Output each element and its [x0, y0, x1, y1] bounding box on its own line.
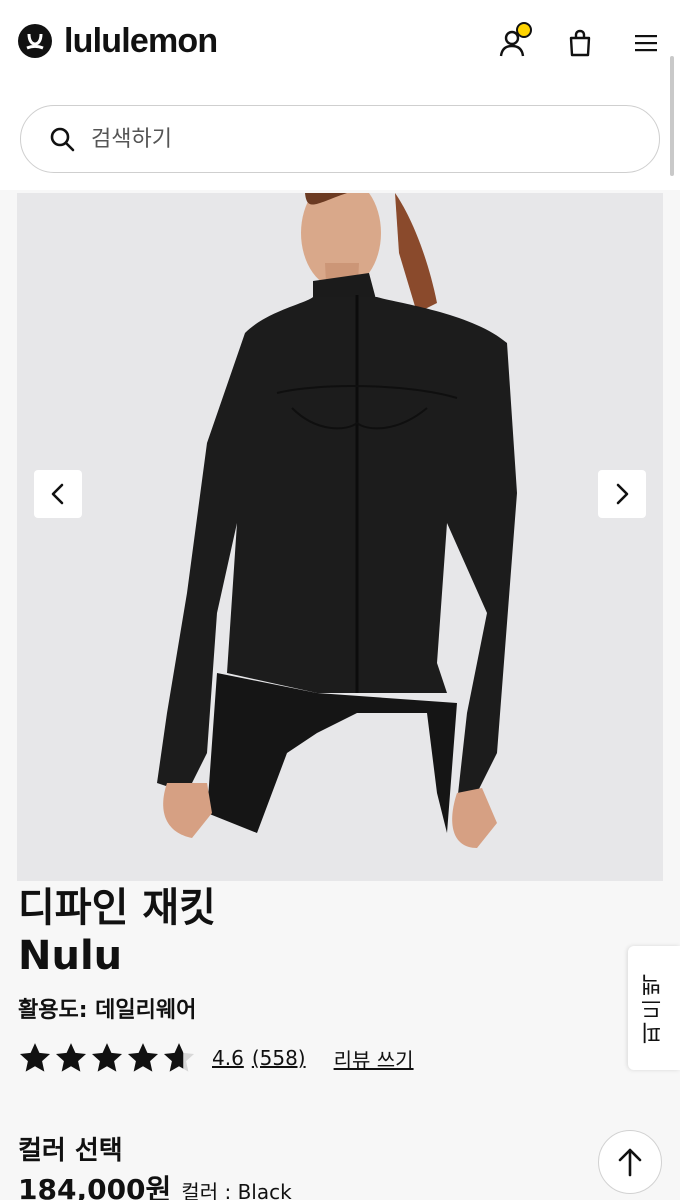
product-name-line2: Nulu — [18, 933, 123, 979]
gallery-prev-button[interactable] — [34, 470, 82, 518]
product-image-gallery[interactable] — [17, 193, 663, 881]
product-name-line1: 디파인 재킷 — [18, 885, 216, 931]
chevron-right-icon — [616, 483, 629, 505]
write-review-link[interactable]: 리뷰 쓰기 — [334, 1044, 414, 1073]
feedback-label: 피드백 — [641, 972, 666, 1044]
review-count-link[interactable]: (558) — [252, 1046, 306, 1070]
scrollbar[interactable] — [670, 56, 674, 176]
brand-logo[interactable]: lululemon — [18, 22, 218, 60]
product-title: 디파인 재킷 Nulu — [18, 884, 216, 980]
bag-icon — [569, 29, 591, 57]
feedback-tab[interactable]: 피드백 — [628, 946, 680, 1070]
star-full-icon — [91, 1043, 123, 1072]
search-icon — [50, 127, 75, 152]
site-header: lululemon — [0, 0, 680, 190]
search-input[interactable] — [91, 126, 631, 152]
selected-color: 컬러 : Black — [181, 1176, 291, 1200]
star-rating — [18, 1041, 198, 1075]
product-usage: 활용도: 데일리웨어 — [18, 998, 197, 1023]
star-full-icon — [55, 1043, 87, 1072]
star-partial-icon — [163, 1043, 195, 1072]
product-price: 184,000원 — [18, 1173, 172, 1200]
price-row: 184,000원 컬러 : Black — [18, 1168, 292, 1200]
color-value: Black — [237, 1180, 292, 1200]
chevron-left-icon — [51, 483, 64, 505]
star-full-icon — [127, 1043, 159, 1072]
search-bar[interactable] — [20, 105, 660, 173]
gallery-next-button[interactable] — [598, 470, 646, 518]
brand-name: lululemon — [64, 22, 218, 60]
rating-value-link[interactable]: 4.6 — [212, 1046, 244, 1070]
product-photo — [17, 193, 663, 881]
account-button[interactable] — [496, 22, 532, 60]
rating-summary: 4.6 (558) 리뷰 쓰기 — [18, 1040, 414, 1076]
shopping-bag-button[interactable] — [564, 26, 596, 60]
lululemon-logo-icon — [18, 24, 52, 58]
color-select-label: 컬러 선택 — [18, 1136, 123, 1166]
star-full-icon — [19, 1043, 51, 1072]
notification-dot — [516, 22, 532, 38]
menu-button[interactable] — [630, 26, 662, 60]
hamburger-menu-icon — [635, 35, 657, 52]
arrow-up-icon — [618, 1148, 642, 1177]
color-prefix: 컬러 : — [181, 1180, 238, 1200]
scroll-to-top-button[interactable] — [598, 1130, 662, 1194]
